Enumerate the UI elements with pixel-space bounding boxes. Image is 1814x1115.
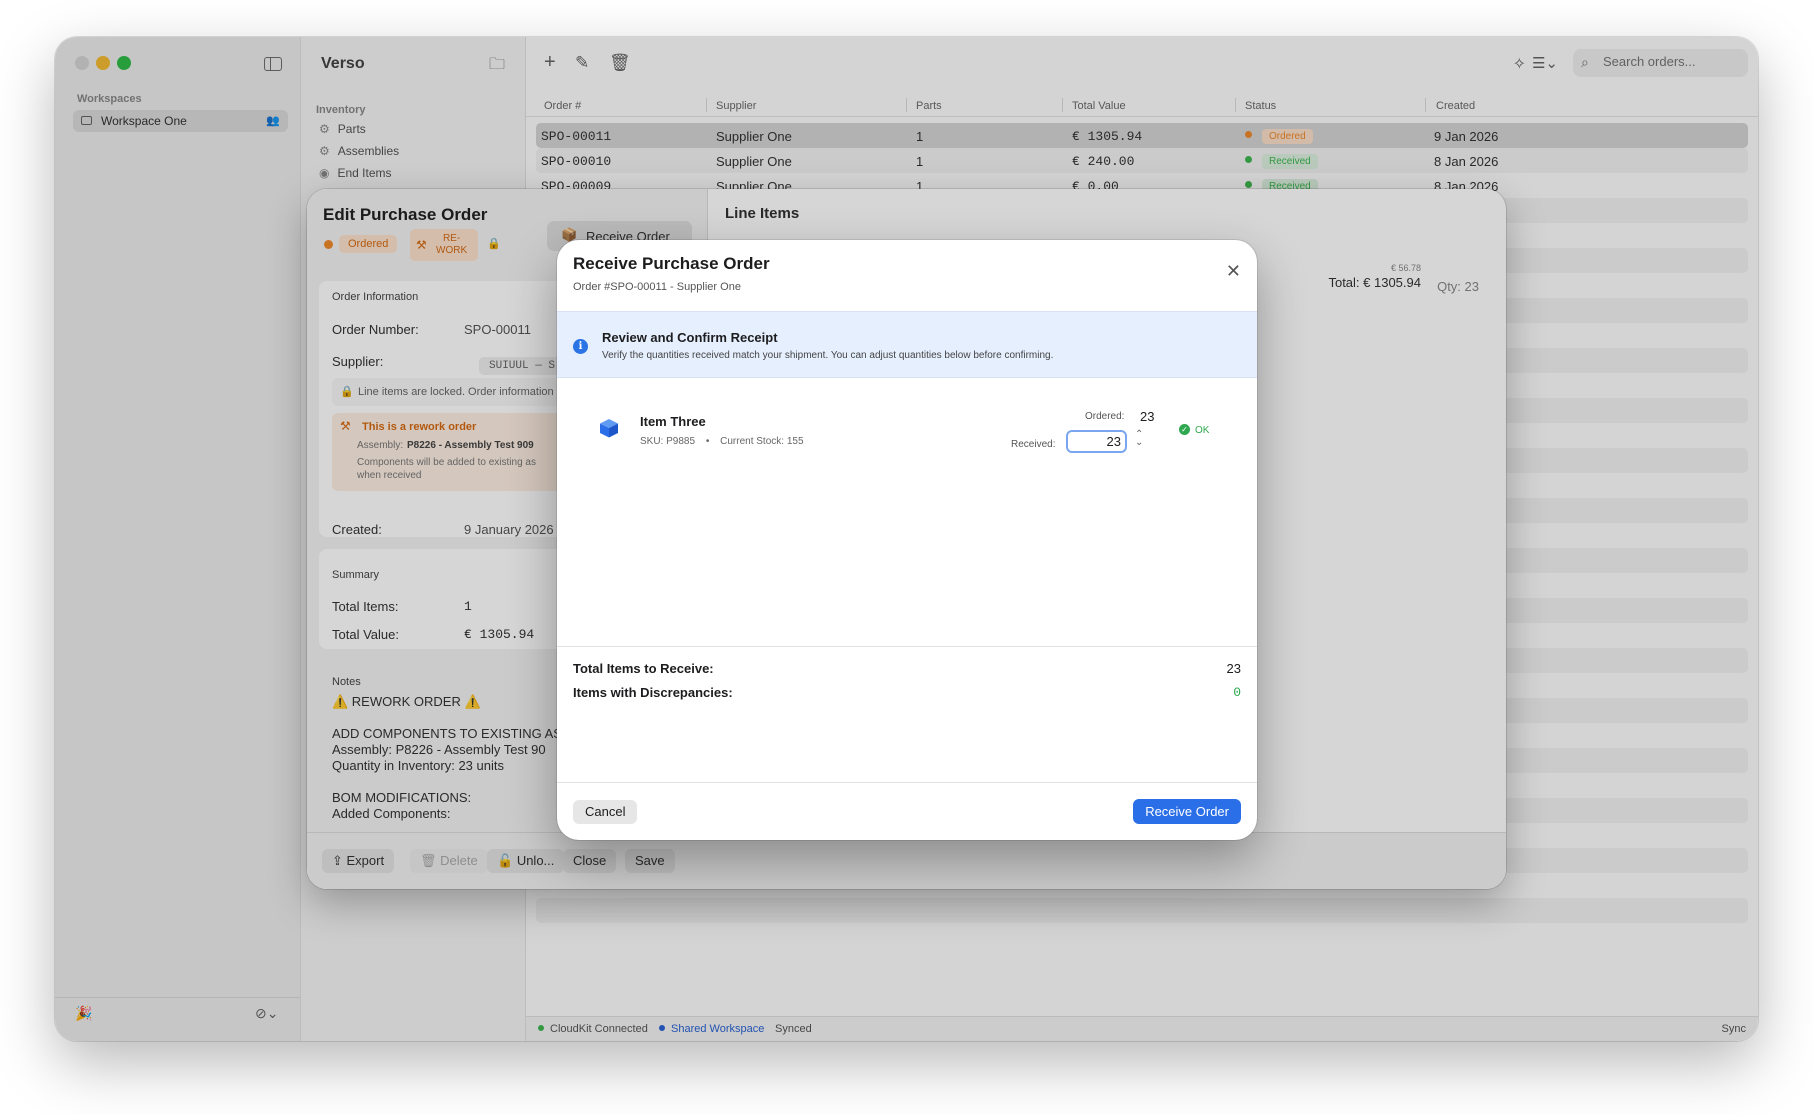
- item-current-stock: Current Stock: 155: [720, 436, 804, 447]
- total-items-to-receive-label: Total Items to Receive:: [573, 661, 714, 676]
- checkmark-icon: ✓: [1179, 424, 1190, 435]
- total-items-to-receive-value: 23: [1226, 661, 1241, 676]
- discrepancies-value: 0: [1233, 685, 1241, 700]
- dialog-subtitle: Order #SPO-00011 - Supplier One: [573, 281, 741, 293]
- divider: [557, 646, 1257, 647]
- separator-bullet: •: [705, 436, 710, 447]
- info-icon: i: [573, 339, 588, 354]
- dialog-title: Receive Purchase Order: [573, 254, 770, 273]
- cube-icon: [600, 419, 618, 438]
- info-text: Verify the quantities received match you…: [602, 350, 1054, 361]
- receive-line-item: Item Three SKU: P9885 • Current Stock: 1…: [557, 402, 1257, 472]
- item-name: Item Three: [640, 414, 706, 429]
- item-meta: SKU: P9885 • Current Stock: 155: [640, 436, 804, 447]
- received-quantity-input[interactable]: [1066, 430, 1127, 453]
- quantity-stepper[interactable]: ⌃ ⌄: [1135, 430, 1143, 448]
- info-banner: i Review and Confirm Receipt Verify the …: [557, 311, 1257, 378]
- ok-status: OK: [1195, 425, 1210, 436]
- ordered-label: Ordered:: [1085, 411, 1125, 422]
- cancel-button[interactable]: Cancel: [573, 800, 638, 824]
- receive-order-button[interactable]: Receive Order: [1133, 799, 1241, 824]
- ordered-value: 23: [1140, 409, 1155, 424]
- receive-purchase-order-dialog: Receive Purchase Order Order #SPO-00011 …: [557, 240, 1257, 840]
- discrepancies-label: Items with Discrepancies:: [573, 685, 733, 700]
- info-title: Review and Confirm Receipt: [602, 330, 778, 345]
- close-icon[interactable]: ✕: [1226, 262, 1241, 280]
- received-label: Received:: [1011, 439, 1056, 450]
- item-sku: SKU: P9885: [640, 436, 696, 447]
- divider: [557, 782, 1257, 783]
